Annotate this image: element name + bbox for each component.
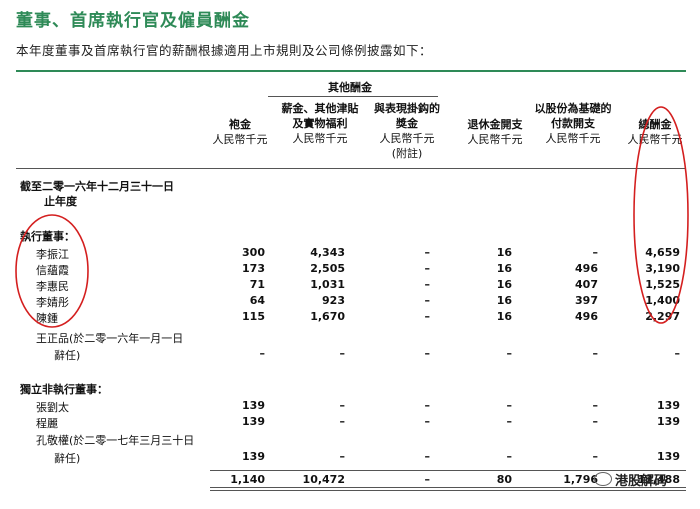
period-label-line2: 止年度: [44, 195, 77, 208]
row-kong-name-line2: 辭任): [54, 452, 81, 465]
annotation-ellipse-totals: [633, 106, 689, 324]
header-col-fees: 袍金 人民幣千元: [212, 118, 268, 146]
exec-row-2-value-5: 496: [575, 262, 598, 275]
exec-row-1-value-2: 4,343: [310, 246, 345, 259]
indep-row-1-value-3: –: [424, 399, 431, 412]
chat-icon: [594, 472, 612, 486]
indep-row-2-value-3: –: [424, 415, 431, 428]
exec-row-3-value-5: 407: [575, 278, 598, 291]
exec-row-5-value-2: 1,670: [310, 310, 345, 323]
row-wang-value-3: –: [424, 347, 431, 360]
exec-row-5-value-5: 496: [575, 310, 598, 323]
row-kong-name: 孔敬權(於二零一七年三月三十日: [36, 434, 195, 447]
total-value-5: 1,796: [563, 473, 598, 486]
exec-row-4-value-1: 64: [249, 294, 265, 307]
exec-row-3-value-1: 71: [249, 278, 265, 291]
exec-row-5-value-3: –: [424, 310, 431, 323]
header-col-bonus: 與表現掛鈎的 獎金 人民幣千元 (附註): [374, 102, 440, 160]
period-label: 截至二零一六年十二月三十一日: [20, 180, 174, 193]
row-wang-value-5: –: [592, 347, 599, 360]
exec-row-1-value-5: –: [592, 246, 599, 259]
section-independent: 獨立非執行董事：: [20, 383, 108, 396]
row-kong-value-1: 139: [242, 450, 265, 463]
annotation-ellipse-names: [15, 214, 89, 328]
intro-text: 本年度董事及首席執行官的薪酬根據適用上市規則及公司條例披露如下：: [16, 43, 433, 58]
exec-row-4-value-4: 16: [496, 294, 512, 307]
total-value-2: 10,472: [302, 473, 345, 486]
exec-row-3-value-4: 16: [496, 278, 512, 291]
exec-row-1-value-4: 16: [496, 246, 512, 259]
row-kong-value-4: –: [506, 450, 513, 463]
row-wang-value-4: –: [506, 347, 513, 360]
row-wang-name-line2: 辭任): [54, 349, 81, 362]
header-group-label: 其他酬金: [328, 81, 372, 94]
exec-row-4-value-3: –: [424, 294, 431, 307]
indep-row-1-name: 張劉太: [36, 401, 69, 414]
exec-row-2-value-1: 173: [242, 262, 265, 275]
indep-row-2-value-1: 139: [242, 415, 265, 428]
exec-row-2-value-4: 16: [496, 262, 512, 275]
indep-row-2-value-5: –: [592, 415, 599, 428]
row-kong-value-3: –: [424, 450, 431, 463]
exec-row-4-value-2: 923: [322, 294, 345, 307]
indep-row-2-name: 程麗: [36, 417, 58, 430]
indep-row-2-value-4: –: [506, 415, 513, 428]
exec-row-1-value-1: 300: [242, 246, 265, 259]
row-wang-name: 王正品(於二零一六年一月一日: [36, 332, 184, 345]
exec-row-1-value-3: –: [424, 246, 431, 259]
row-kong-value-2: –: [339, 450, 346, 463]
header-top-rule: [16, 70, 686, 72]
indep-row-1-value-5: –: [592, 399, 599, 412]
row-kong-value-5: –: [592, 450, 599, 463]
exec-row-2-value-3: –: [424, 262, 431, 275]
page-title: 董事、首席執行官及僱員酬金: [16, 11, 250, 31]
total-value-3: –: [424, 473, 431, 486]
row-wang-value-6: –: [674, 347, 681, 360]
indep-row-2-value-2: –: [339, 415, 346, 428]
indep-row-1-value-6: 139: [657, 399, 680, 412]
exec-row-4-value-5: 397: [575, 294, 598, 307]
header-col-salary: 薪金、其他津貼 及實物福利 人民幣千元: [281, 102, 359, 145]
total-value-4: 80: [496, 473, 512, 486]
header-group-rule: [268, 96, 438, 97]
total-bottom-rule-2: [210, 490, 686, 491]
header-col-share: 以股份為基礎的 付款開支 人民幣千元: [534, 102, 612, 145]
exec-row-5-value-4: 16: [496, 310, 512, 323]
indep-row-1-value-2: –: [339, 399, 346, 412]
indep-row-2-value-6: 139: [657, 415, 680, 428]
row-wang-value-2: –: [339, 347, 346, 360]
header-bottom-rule: [16, 168, 686, 169]
exec-row-3-value-2: 1,031: [310, 278, 345, 291]
exec-row-2-value-2: 2,505: [310, 262, 345, 275]
total-value-1: 1,140: [230, 473, 265, 486]
row-wang-value-1: –: [259, 347, 266, 360]
row-kong-value-6: 139: [657, 450, 680, 463]
indep-row-1-value-1: 139: [242, 399, 265, 412]
watermark: 港股解码: [594, 470, 667, 489]
exec-row-5-value-1: 115: [242, 310, 265, 323]
indep-row-1-value-4: –: [506, 399, 513, 412]
exec-row-3-value-3: –: [424, 278, 431, 291]
